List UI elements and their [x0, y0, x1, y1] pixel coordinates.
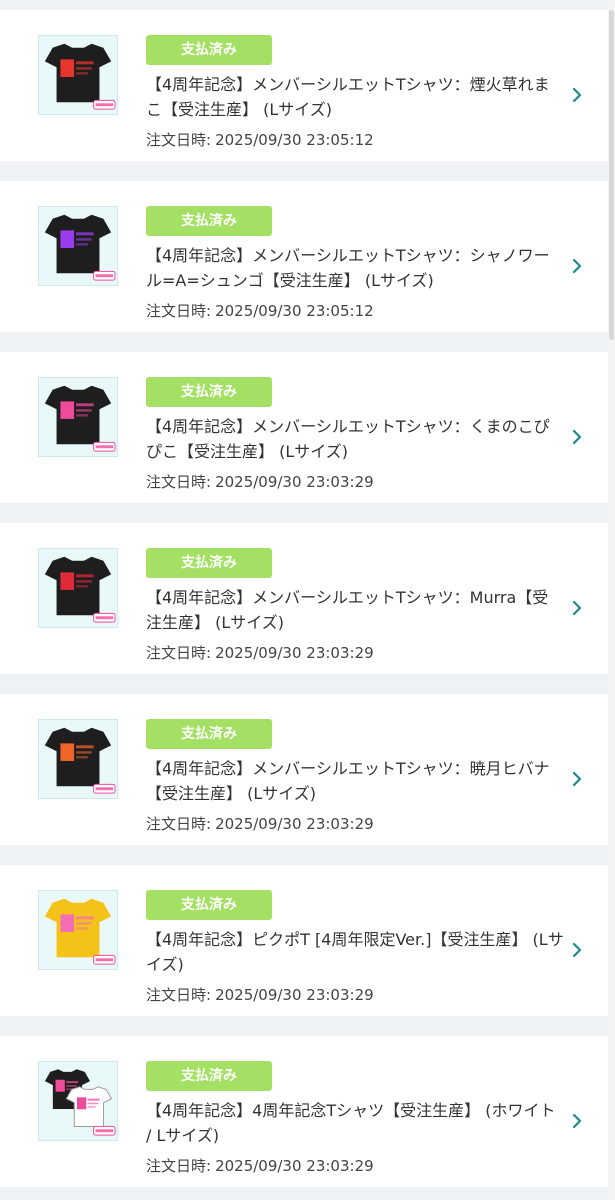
status-badge: 支払済み	[146, 719, 272, 749]
order-date: 注文日時: 2025/09/30 23:03:29	[146, 472, 374, 492]
order-date: 注文日時: 2025/09/30 23:03:29	[146, 1156, 374, 1176]
order-date-label: 注文日時:	[146, 473, 212, 491]
order-title: 【4周年記念】メンバーシルエットTシャツ：煙火草れまこ【受注生産】 (Lサイズ)	[146, 75, 550, 119]
chevron-right-icon[interactable]	[570, 769, 584, 789]
order-date: 注文日時: 2025/09/30 23:05:12	[146, 130, 374, 150]
order-date-value: 2025/09/30 23:03:29	[215, 986, 374, 1004]
order-date-value: 2025/09/30 23:03:29	[215, 473, 374, 491]
yellow-tshirt-icon	[38, 890, 118, 970]
order-date-label: 注文日時:	[146, 986, 212, 1004]
black-tshirt-icon	[38, 548, 118, 628]
chevron-right-icon[interactable]	[570, 427, 584, 447]
order-date-value: 2025/09/30 23:03:29	[215, 815, 374, 833]
order-card[interactable]: 支払済み 【4周年記念】メンバーシルエットTシャツ：Murra【受注生産】 (L…	[0, 523, 608, 674]
order-title: 【4周年記念】メンバーシルエットTシャツ：シャノワール=A=シュンゴ【受注生産】…	[146, 246, 550, 290]
status-badge: 支払済み	[146, 377, 272, 407]
chevron-right-icon[interactable]	[570, 940, 584, 960]
chevron-right-icon[interactable]	[570, 256, 584, 276]
order-title: 【4周年記念】メンバーシルエットTシャツ：暁月ヒバナ【受注生産】 (Lサイズ)	[146, 759, 550, 803]
order-card[interactable]: 支払済み 【4周年記念】メンバーシルエットTシャツ：煙火草れまこ【受注生産】 (…	[0, 10, 608, 161]
order-date: 注文日時: 2025/09/30 23:03:29	[146, 985, 374, 1005]
two-tshirts-icon	[38, 1061, 118, 1141]
order-date-label: 注文日時:	[146, 131, 212, 149]
status-badge: 支払済み	[146, 35, 272, 65]
order-title: 【4周年記念】メンバーシルエットTシャツ：Murra【受注生産】 (Lサイズ)	[146, 588, 549, 632]
black-tshirt-icon	[38, 377, 118, 457]
order-card[interactable]: 支払済み 【4周年記念】4周年記念Tシャツ【受注生産】 (ホワイト / Lサイズ…	[0, 1036, 608, 1187]
order-title: 【4周年記念】4周年記念Tシャツ【受注生産】 (ホワイト / Lサイズ)	[146, 1101, 556, 1145]
order-date-label: 注文日時:	[146, 644, 212, 662]
order-date: 注文日時: 2025/09/30 23:05:12	[146, 301, 374, 321]
order-card[interactable]: 支払済み 【4周年記念】メンバーシルエットTシャツ：暁月ヒバナ【受注生産】 (L…	[0, 694, 608, 845]
status-badge: 支払済み	[146, 1061, 272, 1091]
order-card[interactable]: 支払済み 【4周年記念】ピクポT [4周年限定Ver.]【受注生産】 (Lサイズ…	[0, 865, 608, 1016]
status-badge: 支払済み	[146, 548, 272, 578]
scrollbar-thumb[interactable]	[609, 10, 614, 340]
order-title: 【4周年記念】ピクポT [4周年限定Ver.]【受注生産】 (Lサイズ)	[146, 930, 564, 974]
black-tshirt-icon	[38, 719, 118, 799]
order-date-label: 注文日時:	[146, 815, 212, 833]
order-card[interactable]: 支払済み 【4周年記念】メンバーシルエットTシャツ：くまのこぴぴこ【受注生産】 …	[0, 352, 608, 503]
chevron-right-icon[interactable]	[570, 1111, 584, 1131]
chevron-right-icon[interactable]	[570, 85, 584, 105]
order-card[interactable]: 支払済み 【4周年記念】メンバーシルエットTシャツ：シャノワール=A=シュンゴ【…	[0, 181, 608, 332]
order-date-value: 2025/09/30 23:03:29	[215, 1157, 374, 1175]
order-date-value: 2025/09/30 23:05:12	[215, 302, 374, 320]
order-title: 【4周年記念】メンバーシルエットTシャツ：くまのこぴぴこ【受注生産】 (Lサイズ…	[146, 417, 550, 461]
status-badge: 支払済み	[146, 890, 272, 920]
chevron-right-icon[interactable]	[570, 598, 584, 618]
order-date-label: 注文日時:	[146, 302, 212, 320]
order-date-label: 注文日時:	[146, 1157, 212, 1175]
order-date: 注文日時: 2025/09/30 23:03:29	[146, 643, 374, 663]
order-date-value: 2025/09/30 23:05:12	[215, 131, 374, 149]
black-tshirt-icon	[38, 35, 118, 115]
black-tshirt-icon	[38, 206, 118, 286]
scrollbar[interactable]	[608, 0, 615, 1200]
status-badge: 支払済み	[146, 206, 272, 236]
order-date: 注文日時: 2025/09/30 23:03:29	[146, 814, 374, 834]
order-date-value: 2025/09/30 23:03:29	[215, 644, 374, 662]
